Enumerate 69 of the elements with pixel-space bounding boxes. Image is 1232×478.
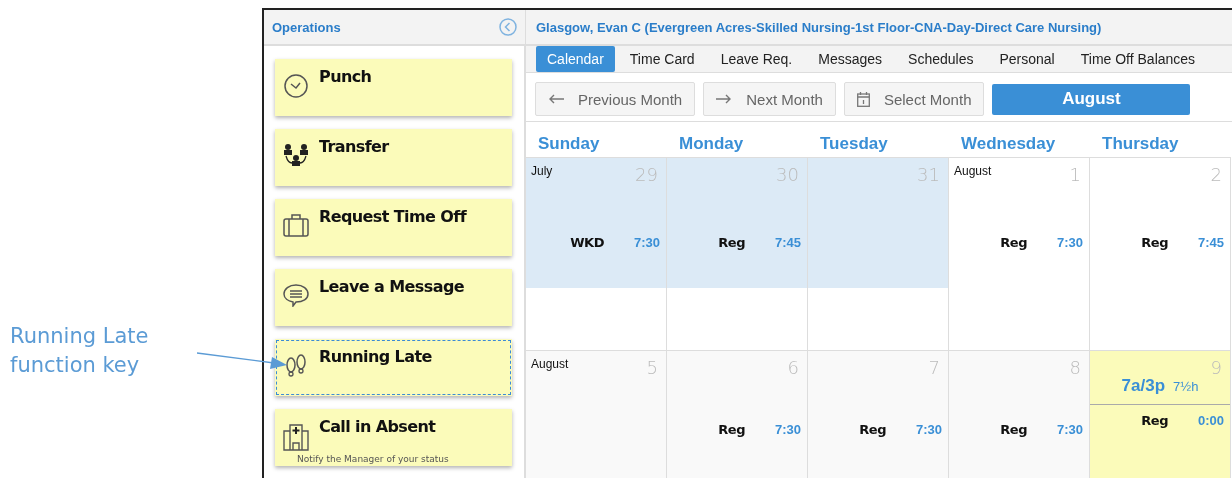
day-number: 9 xyxy=(1210,357,1222,378)
day-number: 1 xyxy=(1069,164,1081,185)
calendar-icon xyxy=(856,91,870,107)
shift-time: 7a/3p xyxy=(1121,376,1166,396)
speech-bubble-icon xyxy=(283,283,309,307)
hours-value: 7:30 xyxy=(1056,422,1083,437)
hours-value: 7:30 xyxy=(915,422,942,437)
left-arrow-icon xyxy=(548,94,564,104)
pay-code: Reg xyxy=(859,422,886,437)
hours-value: 7:30 xyxy=(774,422,801,437)
month-label: August xyxy=(531,357,569,373)
suitcase-icon xyxy=(283,213,309,237)
day-number: 30 xyxy=(776,164,799,185)
calendar-day-cell[interactable]: 6 Reg 7:30 xyxy=(667,351,808,478)
tab[interactable]: Time Card xyxy=(618,46,706,72)
pay-code: Reg xyxy=(718,235,745,250)
function-key[interactable]: Leave a Message xyxy=(275,269,512,326)
function-key[interactable]: Transfer xyxy=(275,129,512,186)
annotation-text: Running Late function key xyxy=(10,323,150,379)
calendar-day-cell[interactable]: 7 Reg 7:30 xyxy=(808,351,949,478)
select-month-button[interactable]: Select Month xyxy=(843,82,985,116)
function-key[interactable]: Running Late xyxy=(275,339,512,396)
calendar-day-cell[interactable]: July 29 WKD 7:30 xyxy=(526,158,667,351)
calendar-day-cell[interactable]: 30 Reg 7:45 xyxy=(667,158,808,351)
day-number: 29 xyxy=(635,164,658,185)
day-number: 31 xyxy=(917,164,940,185)
pay-code: Reg xyxy=(1141,235,1168,250)
tab[interactable]: Messages xyxy=(807,46,894,72)
day-number: 7 xyxy=(928,357,940,378)
clock-icon xyxy=(283,73,309,99)
function-key[interactable]: Request Time Off xyxy=(275,199,512,256)
day-number: 8 xyxy=(1069,357,1081,378)
day-number: 6 xyxy=(787,357,799,378)
hours-value: 7:45 xyxy=(774,235,801,250)
shift-length: 7½h xyxy=(1173,379,1199,394)
pay-code: WKD xyxy=(570,235,604,250)
function-key-subtitle: Notify the Manager of your status xyxy=(297,454,449,464)
function-key[interactable]: Call in Absent Notify the Manager of your status xyxy=(275,409,512,466)
calendar-day-cell[interactable]: 9 7a/3p 7½h Reg 0:00 xyxy=(1090,351,1231,478)
tab[interactable]: Time Off Balances xyxy=(1069,46,1207,72)
employee-title: Glasgow, Evan C (Evergreen Acres-Skilled Nursing-1st Floor-CNA-Day-Direct Care Nursing) xyxy=(535,19,1102,35)
people-icon xyxy=(283,143,309,167)
collapse-icon[interactable] xyxy=(499,18,517,36)
pay-code: Reg xyxy=(1141,413,1168,428)
calendar-day-cell[interactable]: August 5 xyxy=(526,351,667,478)
tab[interactable]: Leave Req. xyxy=(709,46,804,72)
hospital-icon xyxy=(283,423,309,451)
pay-code: Reg xyxy=(1000,422,1027,437)
hours-value: 0:00 xyxy=(1197,413,1224,428)
footprints-icon xyxy=(284,353,308,377)
sidebar-title: Operations xyxy=(272,19,341,35)
function-key[interactable]: Punch xyxy=(275,59,512,116)
month-label: August xyxy=(954,164,992,180)
day-number: 2 xyxy=(1210,164,1222,185)
weekday-header: Thursday xyxy=(1090,122,1231,158)
right-arrow-icon xyxy=(716,94,733,104)
pay-code: Reg xyxy=(1000,235,1027,250)
weekday-header: Wednesday xyxy=(949,122,1090,158)
tab[interactable]: Personal xyxy=(988,46,1066,72)
hours-value: 7:30 xyxy=(633,235,660,250)
pay-code: Reg xyxy=(718,422,745,437)
hours-value: 7:45 xyxy=(1197,235,1224,250)
calendar-day-cell[interactable]: 8 Reg 7:30 xyxy=(949,351,1090,478)
hours-value: 7:30 xyxy=(1056,235,1083,250)
month-label: July xyxy=(531,164,553,180)
previous-month-button[interactable]: Previous Month xyxy=(535,82,696,116)
day-number: 5 xyxy=(646,357,658,378)
tab[interactable]: Schedules xyxy=(897,46,985,72)
next-month-button[interactable]: Next Month xyxy=(703,82,836,116)
